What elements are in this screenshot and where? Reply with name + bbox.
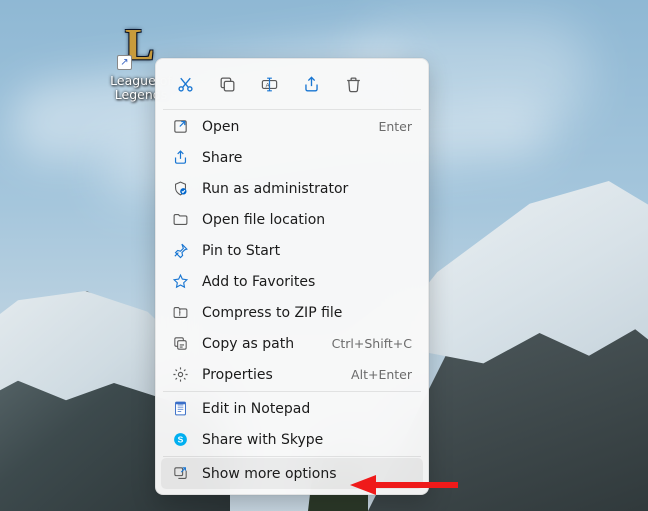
context-menu-toolbar: A — [161, 64, 423, 108]
share-icon — [172, 149, 189, 166]
separator — [163, 456, 421, 457]
menu-item-open[interactable]: Open Enter — [161, 111, 423, 142]
menu-item-show-more-options[interactable]: Show more options — [161, 458, 423, 489]
menu-item-label: Share — [202, 150, 412, 166]
rename-icon: A — [260, 75, 279, 94]
delete-button[interactable] — [333, 66, 373, 102]
copy-button[interactable] — [207, 66, 247, 102]
menu-item-share[interactable]: Share — [161, 142, 423, 173]
menu-item-label: Copy as path — [202, 336, 319, 352]
more-options-icon — [172, 465, 189, 482]
zip-icon — [172, 304, 189, 321]
cut-icon — [176, 75, 195, 94]
menu-item-label: Open file location — [202, 212, 412, 228]
menu-item-open-file-location[interactable]: Open file location — [161, 204, 423, 235]
skype-icon: S — [172, 431, 189, 448]
menu-item-label: Pin to Start — [202, 243, 412, 259]
copy-icon — [218, 75, 237, 94]
menu-item-label: Properties — [202, 367, 338, 383]
menu-item-label: Edit in Notepad — [202, 401, 412, 417]
menu-item-shortcut: Enter — [378, 119, 412, 134]
menu-item-label: Show more options — [202, 466, 412, 482]
copy-path-icon — [172, 335, 189, 352]
menu-item-properties[interactable]: Properties Alt+Enter — [161, 359, 423, 390]
menu-item-shortcut: Ctrl+Shift+C — [332, 336, 412, 351]
menu-item-label: Add to Favorites — [202, 274, 412, 290]
menu-item-label: Share with Skype — [202, 432, 412, 448]
notepad-icon — [172, 400, 189, 417]
menu-item-compress-to-zip[interactable]: Compress to ZIP file — [161, 297, 423, 328]
properties-icon — [172, 366, 189, 383]
folder-icon — [172, 211, 189, 228]
menu-item-edit-in-notepad[interactable]: Edit in Notepad — [161, 393, 423, 424]
shortcut-overlay-icon: ↗ — [117, 55, 132, 70]
menu-item-share-with-skype[interactable]: S Share with Skype — [161, 424, 423, 455]
rename-button[interactable]: A — [249, 66, 289, 102]
menu-item-label: Open — [202, 119, 365, 135]
cut-button[interactable] — [165, 66, 205, 102]
menu-item-copy-as-path[interactable]: Copy as path Ctrl+Shift+C — [161, 328, 423, 359]
context-menu: A Open Enter Share Run as administrator … — [155, 58, 429, 495]
menu-item-shortcut: Alt+Enter — [351, 367, 412, 382]
menu-item-label: Compress to ZIP file — [202, 305, 412, 321]
separator — [163, 109, 421, 110]
delete-icon — [344, 75, 363, 94]
star-icon — [172, 273, 189, 290]
shield-icon — [172, 180, 189, 197]
menu-item-run-as-administrator[interactable]: Run as administrator — [161, 173, 423, 204]
svg-text:S: S — [178, 435, 184, 445]
separator — [163, 391, 421, 392]
menu-item-pin-to-start[interactable]: Pin to Start — [161, 235, 423, 266]
share-button[interactable] — [291, 66, 331, 102]
open-icon — [172, 118, 189, 135]
pin-icon — [172, 242, 189, 259]
menu-item-add-to-favorites[interactable]: Add to Favorites — [161, 266, 423, 297]
menu-item-label: Run as administrator — [202, 181, 412, 197]
share-icon — [302, 75, 321, 94]
